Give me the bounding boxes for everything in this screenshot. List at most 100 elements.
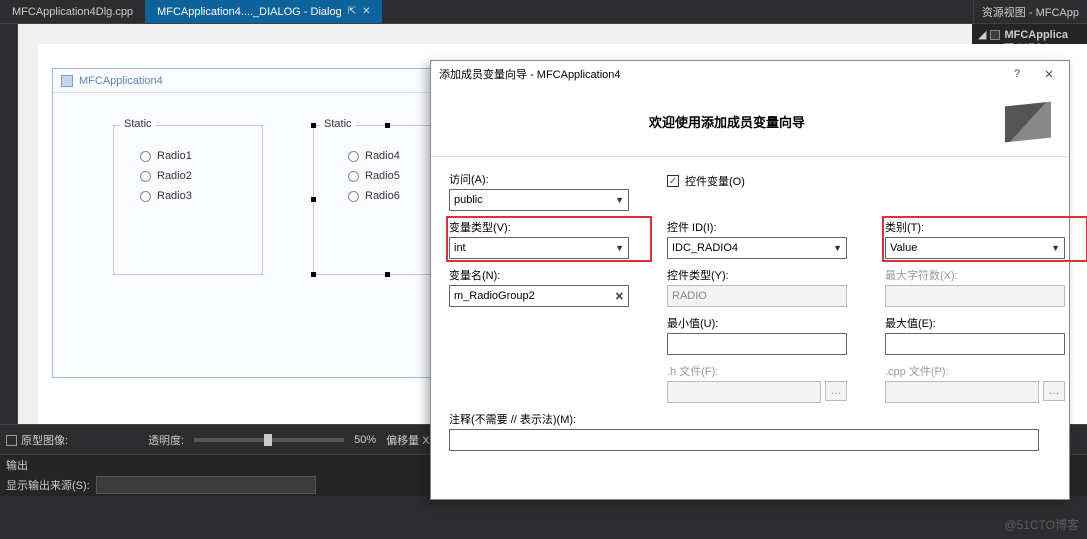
dialog-caption: MFCApplication4 bbox=[79, 69, 163, 93]
wizard-icon bbox=[1005, 101, 1051, 142]
radio-label: Radio4 bbox=[365, 150, 400, 162]
opacity-label: 透明度: bbox=[148, 432, 184, 448]
tab-active-dialog[interactable]: MFCApplication4...._DIALOG - Dialog ⇱ ✕ bbox=[145, 0, 382, 23]
access-field: 访问(A): public ▼ bbox=[449, 171, 649, 211]
control-variable-checkbox[interactable]: ✓ 控件变量(O) bbox=[667, 173, 867, 189]
wizard-body: 访问(A): public▼ ✓ 控件变量(O) 变量类型(V): int▼ 控… bbox=[431, 157, 1069, 465]
browse-button: … bbox=[1043, 381, 1065, 401]
variable-name-input[interactable]: m_RadioGroup2 ✕ bbox=[449, 285, 629, 307]
category-field: 类别(T): Value ▼ bbox=[885, 219, 1085, 259]
opacity-value: 50% bbox=[354, 434, 376, 446]
control-id-select[interactable]: IDC_RADIO4▼ bbox=[667, 237, 847, 259]
radio-label: Radio2 bbox=[157, 170, 192, 182]
variable-type-value: int bbox=[454, 242, 466, 254]
groupbox-2-legend: Static bbox=[320, 118, 356, 130]
h-file-field: .h 文件(F): … bbox=[667, 363, 867, 403]
max-chars-label: 最大字符数(X): bbox=[885, 267, 1085, 283]
access-select[interactable]: public ▼ bbox=[449, 189, 629, 211]
variable-type-select[interactable]: int ▼ bbox=[449, 237, 629, 259]
control-variable-field: ✓ 控件变量(O) bbox=[667, 171, 867, 189]
radio-icon bbox=[140, 151, 151, 162]
wizard-header: 欢迎使用添加成员变量向导 bbox=[431, 87, 1069, 157]
clear-icon[interactable]: ✕ bbox=[615, 290, 624, 303]
comment-input[interactable] bbox=[449, 429, 1039, 451]
category-select[interactable]: Value ▼ bbox=[885, 237, 1065, 259]
opacity-slider[interactable] bbox=[194, 438, 344, 442]
help-button[interactable]: ? bbox=[1005, 68, 1029, 80]
control-type-input: RADIO bbox=[667, 285, 847, 307]
offset-x-label: 偏移量 X: bbox=[386, 432, 432, 448]
radio-icon bbox=[140, 171, 151, 182]
dialog-preview[interactable]: MFCApplication4 Static Radio1 Radio2 Rad… bbox=[52, 68, 432, 378]
variable-name-label: 变量名(N): bbox=[449, 267, 649, 283]
resize-handle[interactable] bbox=[311, 197, 316, 202]
add-member-variable-wizard: 添加成员变量向导 - MFCApplication4 ? ✕ 欢迎使用添加成员变… bbox=[430, 60, 1070, 500]
access-label: 访问(A): bbox=[449, 171, 649, 187]
max-value-field: 最大值(E): bbox=[885, 315, 1085, 355]
control-type-field: 控件类型(Y): RADIO bbox=[667, 267, 867, 307]
max-chars-field: 最大字符数(X): bbox=[885, 267, 1085, 307]
wizard-titlebar[interactable]: 添加成员变量向导 - MFCApplication4 ? ✕ bbox=[431, 61, 1069, 87]
category-value: Value bbox=[890, 242, 917, 254]
resource-view-header[interactable]: 资源视图 - MFCApp bbox=[973, 0, 1087, 23]
resize-handle[interactable] bbox=[385, 272, 390, 277]
wizard-window-title: 添加成员变量向导 - MFCApplication4 bbox=[439, 66, 621, 82]
toolbox-strip[interactable] bbox=[0, 24, 18, 444]
resize-handle[interactable] bbox=[385, 123, 390, 128]
tree-root[interactable]: ◢ MFCApplica bbox=[978, 28, 1081, 41]
tree-root-label: MFCApplica bbox=[1004, 29, 1068, 41]
slider-thumb[interactable] bbox=[264, 434, 272, 446]
resize-handle[interactable] bbox=[311, 123, 316, 128]
radio3[interactable]: Radio3 bbox=[140, 190, 252, 202]
chevron-down-icon: ▼ bbox=[1051, 243, 1060, 253]
min-value-label: 最小值(U): bbox=[667, 315, 867, 331]
control-variable-label: 控件变量(O) bbox=[685, 173, 745, 189]
max-value-input[interactable] bbox=[885, 333, 1065, 355]
chevron-down-icon: ▼ bbox=[615, 195, 624, 205]
browse-button: … bbox=[825, 381, 847, 401]
radio-icon bbox=[348, 151, 359, 162]
resource-view-title: 资源视图 - MFCApp bbox=[982, 7, 1079, 19]
tab-bar: MFCApplication4Dlg.cpp MFCApplication4..… bbox=[0, 0, 1087, 24]
cpp-file-label: .cpp 文件(P): bbox=[885, 363, 1085, 379]
radio2[interactable]: Radio2 bbox=[140, 170, 252, 182]
groupbox-1[interactable]: Static Radio1 Radio2 Radio3 bbox=[113, 125, 263, 275]
h-file-label: .h 文件(F): bbox=[667, 363, 867, 379]
radio-label: Radio6 bbox=[365, 190, 400, 202]
pin-icon[interactable]: ⇱ bbox=[348, 6, 356, 17]
checkbox-checked-icon: ✓ bbox=[667, 175, 679, 187]
output-source-combo[interactable] bbox=[96, 476, 316, 494]
radio-icon bbox=[140, 191, 151, 202]
comment-label: 注释(不需要 // 表示法)(M): bbox=[449, 411, 1085, 427]
resize-handle[interactable] bbox=[311, 272, 316, 277]
radio-label: Radio3 bbox=[157, 190, 192, 202]
min-value-input[interactable] bbox=[667, 333, 847, 355]
control-id-label: 控件 ID(I): bbox=[667, 219, 867, 235]
access-value: public bbox=[454, 194, 483, 206]
cpp-file-input bbox=[885, 381, 1039, 403]
variable-name-field: 变量名(N): m_RadioGroup2 ✕ bbox=[449, 267, 649, 307]
tab-label: MFCApplication4...._DIALOG - Dialog bbox=[157, 6, 342, 18]
proto-image-toggle[interactable]: 原型图像: bbox=[6, 432, 68, 448]
category-label: 类别(T): bbox=[885, 219, 1085, 235]
tab-inactive-cpp[interactable]: MFCApplication4Dlg.cpp bbox=[0, 0, 145, 23]
solution-icon bbox=[990, 30, 1000, 40]
close-icon[interactable]: ✕ bbox=[362, 6, 370, 17]
radio1[interactable]: Radio1 bbox=[140, 150, 252, 162]
close-button[interactable]: ✕ bbox=[1037, 68, 1061, 81]
ruler-horizontal bbox=[18, 24, 1087, 44]
max-chars-input bbox=[885, 285, 1065, 307]
h-file-input bbox=[667, 381, 821, 403]
control-id-field: 控件 ID(I): IDC_RADIO4▼ bbox=[667, 219, 867, 259]
radio-icon bbox=[348, 171, 359, 182]
chevron-down-icon: ▼ bbox=[615, 243, 624, 253]
tab-label: MFCApplication4Dlg.cpp bbox=[12, 6, 133, 18]
variable-type-field: 变量类型(V): int▼ bbox=[449, 219, 649, 259]
radio-label: Radio5 bbox=[365, 170, 400, 182]
variable-name-value: m_RadioGroup2 bbox=[454, 290, 535, 302]
ruler-vertical bbox=[18, 44, 38, 424]
proto-label: 原型图像: bbox=[21, 435, 68, 447]
app-icon bbox=[61, 75, 73, 87]
watermark: @51CTO博客 bbox=[1004, 516, 1079, 533]
max-value-label: 最大值(E): bbox=[885, 315, 1085, 331]
